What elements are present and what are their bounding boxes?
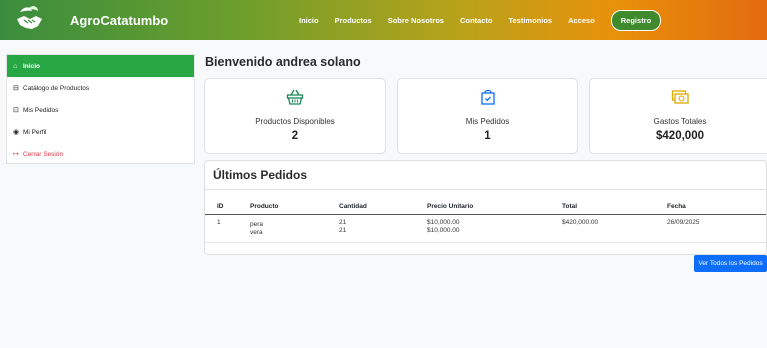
- nav-link-productos[interactable]: Productos: [335, 16, 372, 25]
- order-date: 26/09/2025: [667, 219, 700, 226]
- sidebar-item-label: Mis Pedidos: [23, 106, 59, 114]
- order-total: $420,000.00: [562, 219, 599, 226]
- order-product: vera: [250, 229, 263, 236]
- sidebar-item-label: Cerrar Sesión: [23, 150, 64, 158]
- stat-label: Gastos Totales: [653, 117, 707, 126]
- handshake-leaf-logo: [17, 6, 42, 29]
- basket-icon: [286, 89, 304, 105]
- stat-card-productos: Productos Disponibles 2: [204, 78, 386, 154]
- brand[interactable]: AgroCatatumbo: [14, 4, 168, 34]
- view-all-orders-button[interactable]: Ver Todos los Pedidos: [694, 255, 767, 272]
- brand-name: AgroCatatumbo: [70, 13, 169, 28]
- nav-link-sobre-nosotros[interactable]: Sobre Nosotros: [388, 16, 444, 25]
- user-icon: ◉: [13, 129, 20, 136]
- logout-icon: ↦: [13, 151, 19, 158]
- bag-check-icon: [480, 89, 495, 105]
- recent-orders-panel: Últimos Pedidos ID Producto Cantidad Pre…: [204, 160, 767, 255]
- stat-card-pedidos: Mis Pedidos 1: [397, 78, 578, 154]
- home-icon: ⌂: [13, 62, 18, 70]
- sidebar-item-label: Inicio: [23, 62, 40, 70]
- register-button[interactable]: Registro: [610, 9, 662, 31]
- nav-link-acceso[interactable]: Acceso: [568, 16, 595, 25]
- nav-link-contacto[interactable]: Contacto: [460, 16, 493, 25]
- nav-link-inicio[interactable]: Inicio: [299, 16, 319, 25]
- recent-orders-title: Últimos Pedidos: [205, 161, 766, 190]
- column-header-fecha: Fecha: [667, 203, 686, 210]
- sidebar-item-cerrar-sesion[interactable]: ↦ Cerrar Sesión: [7, 143, 194, 165]
- stat-card-gastos: Gastos Totales $420,000: [589, 78, 767, 154]
- table-row: 1 pera vera 21 21 $10,000.00 $10,000.00 …: [205, 218, 766, 243]
- stat-value: 1: [484, 130, 491, 142]
- sidebar-item-mis-pedidos[interactable]: ⊡ Mis Pedidos: [7, 99, 194, 121]
- table-header: ID Producto Cantidad Precio Unitario Tot…: [205, 201, 766, 215]
- column-header-precio: Precio Unitario: [427, 203, 474, 210]
- stat-label: Productos Disponibles: [255, 117, 335, 126]
- stat-label: Mis Pedidos: [465, 117, 510, 126]
- column-header-total: Total: [562, 203, 578, 210]
- sidebar-item-mi-perfil[interactable]: ◉ Mi Perfil: [7, 121, 194, 143]
- nav-link-testimonios[interactable]: Testimonios: [508, 16, 552, 25]
- nav-links: Inicio Productos Sobre Nosotros Contacto…: [299, 0, 662, 40]
- stat-value: 2: [291, 130, 299, 142]
- order-unit-price: $10,000.00: [427, 219, 460, 226]
- basket-icon: ⊟: [13, 85, 19, 92]
- order-id: 1: [217, 219, 221, 226]
- bag-icon: ⊡: [13, 107, 19, 114]
- column-header-id: ID: [217, 203, 224, 210]
- stat-value: $420,000: [656, 130, 704, 142]
- top-navbar: AgroCatatumbo Inicio Productos Sobre Nos…: [0, 0, 767, 40]
- order-product: pera: [250, 221, 264, 228]
- cash-icon: [671, 90, 689, 104]
- page-title: Bienvenido andrea solano: [205, 55, 361, 69]
- sidebar-item-label: Mi Perfil: [23, 128, 47, 136]
- sidebar: ⌂ Inicio ⊟ Catálogo de Productos ⊡ Mis P…: [6, 54, 195, 164]
- order-quantity: 21: [339, 227, 347, 234]
- sidebar-item-inicio[interactable]: ⌂ Inicio: [7, 55, 194, 77]
- order-unit-price: $10,000.00: [427, 227, 460, 234]
- order-quantity: 21: [339, 219, 347, 226]
- column-header-cantidad: Cantidad: [339, 203, 367, 210]
- column-header-producto: Producto: [250, 203, 279, 210]
- sidebar-item-label: Catálogo de Productos: [23, 84, 90, 92]
- sidebar-item-catalogo[interactable]: ⊟ Catálogo de Productos: [7, 77, 194, 99]
